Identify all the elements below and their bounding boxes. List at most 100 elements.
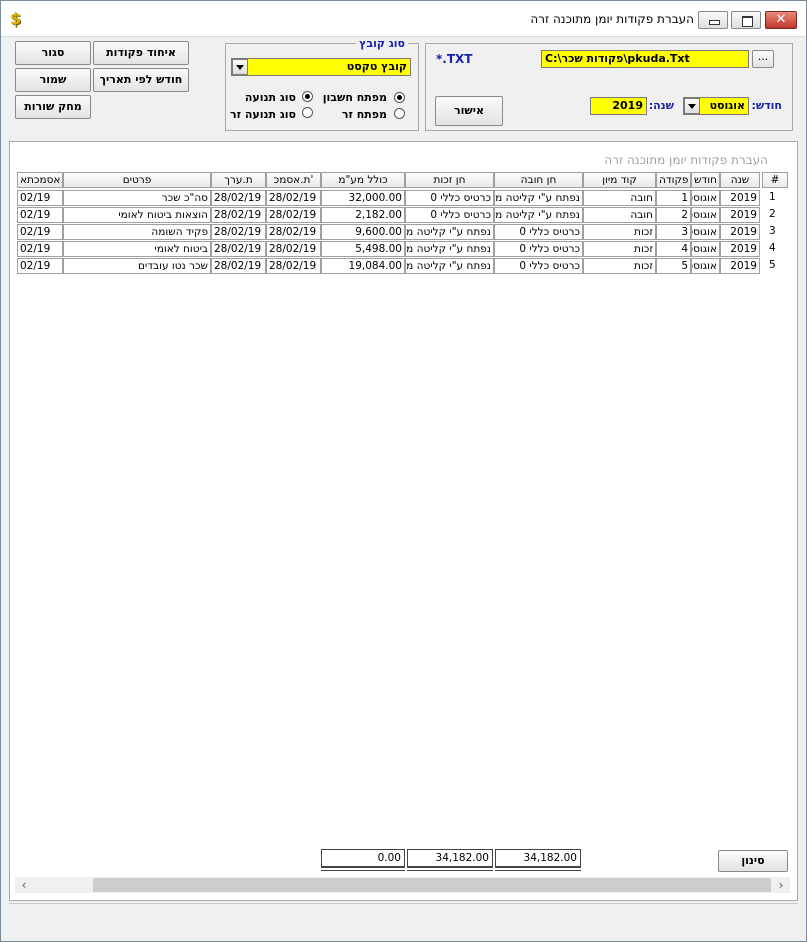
browse-file-button[interactable]: ... [752,50,774,68]
cell-row-number: 4 [769,242,776,254]
cell-ref-date[interactable]: 28/02/19 [266,241,321,257]
cell-credit-account[interactable]: כרטיס כללי 0 [405,190,494,206]
cell-debit-account[interactable]: כרטיס כללי 0 [494,241,583,257]
file-extension-label: *.TXT [436,52,473,66]
header-reference[interactable]: אסמכתא [17,172,63,188]
cell-details[interactable]: פקיד השומה [63,224,211,240]
cell-ref-date[interactable]: 28/02/19 [266,190,321,206]
cell-value-date[interactable]: 28/02/19 [211,258,266,274]
header-details[interactable]: פרטים [63,172,211,188]
header-credit-account[interactable]: חן זכות [405,172,494,188]
cell-month[interactable]: אוגוסט [691,258,720,274]
foreign-key-radio[interactable] [394,108,405,119]
cell-row-number: 1 [769,191,776,203]
cell-year[interactable]: 2019 [720,207,760,223]
cell-debit-account[interactable]: נפתח ע"י קליטה מ [494,207,583,223]
cell-credit-account[interactable]: נפתח ע"י קליטה מ [405,224,494,240]
cell-details[interactable]: שכר נטו עובדים [63,258,211,274]
cell-total[interactable]: 5,498.00 [321,241,405,257]
scrollbar-thumb[interactable] [93,878,771,892]
scroll-left-icon[interactable]: ‹ [17,877,31,893]
year-input[interactable]: 2019 [590,97,647,115]
total-balance: 0.00 [321,849,405,871]
account-key-radio[interactable] [394,92,405,103]
file-path-input[interactable]: C:\פקודות שכר\pkuda.Txt [541,50,749,68]
save-button[interactable]: שמור [15,68,91,92]
cell-details[interactable]: הוצאות ביטוח לאומי [63,207,211,223]
cell-details[interactable]: סה"כ שכר [63,190,211,206]
cell-credit-account[interactable]: כרטיס כללי 0 [405,207,494,223]
cell-total[interactable]: 2,182.00 [321,207,405,223]
total-credit: 34,182.00 [407,849,493,871]
horizontal-scrollbar[interactable]: ‹ › [15,877,790,893]
cell-month[interactable]: אוגוסט [691,190,720,206]
cell-month[interactable]: אוגוסט [691,241,720,257]
delete-rows-button[interactable]: מחק שורות [15,95,91,119]
cell-total[interactable]: 32,000.00 [321,190,405,206]
cell-credit-account[interactable]: נפתח ע"י קליטה מ [405,241,494,257]
cell-debit-account[interactable]: כרטיס כללי 0 [494,258,583,274]
cell-sort-code[interactable]: זכות [583,224,656,240]
header-month[interactable]: חודש [691,172,720,188]
cell-debit-account[interactable]: כרטיס כללי 0 [494,224,583,240]
cell-value-date[interactable]: 28/02/19 [211,207,266,223]
cell-year[interactable]: 2019 [720,241,760,257]
cell-value-date[interactable]: 28/02/19 [211,190,266,206]
year-label: שנה: [648,99,674,112]
file-type-dropdown-button[interactable] [232,59,248,75]
cell-year[interactable]: 2019 [720,224,760,240]
cell-month[interactable]: אוגוסט [691,207,720,223]
cell-reference[interactable]: 02/19 [17,207,63,223]
cell-order[interactable]: 1 [656,190,691,206]
merge-orders-button[interactable]: איחוד פקודות [93,41,189,65]
cell-order[interactable]: 4 [656,241,691,257]
cell-details[interactable]: ביטוח לאומי [63,241,211,257]
close-button[interactable]: סגור [15,41,91,65]
cell-order[interactable]: 5 [656,258,691,274]
header-value-date[interactable]: ת.ערך [211,172,266,188]
close-window-button[interactable]: ✕ [765,11,797,29]
cell-ref-date[interactable]: 28/02/19 [266,258,321,274]
cell-sort-code[interactable]: חובה [583,190,656,206]
header-row-number[interactable]: # [762,172,788,188]
cell-month[interactable]: אוגוסט [691,224,720,240]
cell-order[interactable]: 3 [656,224,691,240]
file-type-select[interactable]: קובץ טקסט [231,58,411,76]
filter-button[interactable]: סינון [718,850,788,872]
journal-grid: אסמכתא פרטים ת.ערך ת.אסמכ' כולל מע"מ חן … [15,171,790,876]
cell-ref-date[interactable]: 28/02/19 [266,224,321,240]
header-order[interactable]: פקודה [656,172,691,188]
cell-credit-account[interactable]: נפתח ע"י קליטה מ [405,258,494,274]
confirm-button[interactable]: אישור [435,96,503,126]
foreign-movement-type-radio[interactable] [302,107,313,118]
cell-ref-date[interactable]: 28/02/19 [266,207,321,223]
cell-value-date[interactable]: 28/02/19 [211,224,266,240]
header-total[interactable]: כולל מע"מ [321,172,405,188]
header-sort-code[interactable]: קוד מיון [583,172,656,188]
cell-order[interactable]: 2 [656,207,691,223]
movement-type-radio[interactable] [302,91,313,102]
cell-reference[interactable]: 02/19 [17,224,63,240]
header-debit-account[interactable]: חן חובה [494,172,583,188]
month-by-date-button[interactable]: חודש לפי תאריך [93,68,189,92]
cell-debit-account[interactable]: נפתח ע"י קליטה מ [494,190,583,206]
cell-total[interactable]: 19,084.00 [321,258,405,274]
cell-sort-code[interactable]: זכות [583,241,656,257]
cell-sort-code[interactable]: זכות [583,258,656,274]
cell-year[interactable]: 2019 [720,258,760,274]
maximize-button[interactable] [731,11,761,29]
cell-value-date[interactable]: 28/02/19 [211,241,266,257]
cell-year[interactable]: 2019 [720,190,760,206]
cell-total[interactable]: 9,600.00 [321,224,405,240]
cell-sort-code[interactable]: חובה [583,207,656,223]
foreign-key-label: מפתח זר [341,108,387,121]
movement-type-label: סוג תנועה [244,91,296,104]
header-year[interactable]: שנה [720,172,760,188]
cell-reference[interactable]: 02/19 [17,190,63,206]
minimize-button[interactable] [698,11,728,29]
scroll-right-icon[interactable]: › [774,877,788,893]
header-ref-date[interactable]: ת.אסמכ' [266,172,321,188]
cell-reference[interactable]: 02/19 [17,258,63,274]
month-dropdown-button[interactable] [684,98,700,114]
cell-reference[interactable]: 02/19 [17,241,63,257]
